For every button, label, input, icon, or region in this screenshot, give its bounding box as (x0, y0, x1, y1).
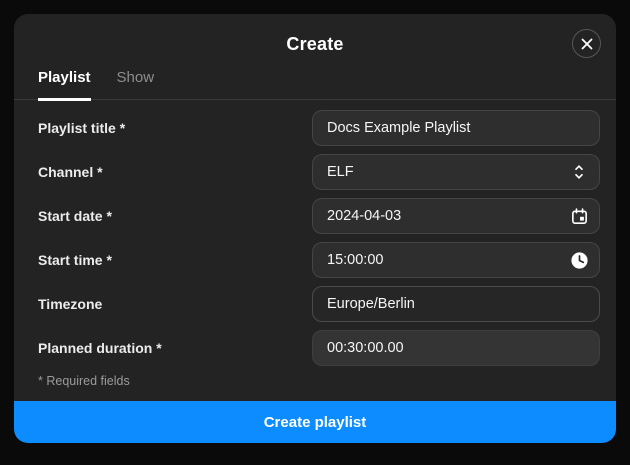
start-date-input[interactable] (312, 198, 600, 234)
create-playlist-button[interactable]: Create playlist (14, 401, 616, 443)
form-row-timezone: Timezone (38, 286, 600, 322)
planned-duration-control (312, 330, 600, 366)
create-playlist-form: Playlist title * Channel * ELF (14, 100, 616, 401)
select-chevrons-icon (569, 162, 589, 182)
planned-duration-label: Planned duration * (38, 340, 162, 356)
clock-icon[interactable] (569, 250, 589, 270)
channel-label: Channel * (38, 164, 103, 180)
close-icon (581, 38, 593, 50)
create-dialog: Create Playlist Show Playlist title * Do… (14, 14, 616, 443)
dialog-header: Create Playlist Show (14, 14, 616, 101)
tab-playlist[interactable]: Playlist (38, 69, 91, 101)
start-time-label: Start time * (38, 252, 112, 268)
channel-control: ELF (312, 154, 600, 190)
form-row-start-date: Start date * (38, 198, 600, 234)
form-row-planned-duration: Planned duration * (38, 330, 600, 366)
start-time-control (312, 242, 600, 278)
calendar-icon[interactable] (569, 206, 589, 226)
close-button[interactable] (572, 29, 601, 58)
timezone-label: Timezone (38, 296, 103, 312)
form-row-playlist-title: Playlist title * (38, 110, 600, 146)
tab-show[interactable]: Show (117, 69, 155, 101)
form-row-start-time: Start time * (38, 242, 600, 278)
start-date-label: Start date * (38, 208, 112, 224)
planned-duration-input[interactable] (312, 330, 600, 366)
tab-bar: Playlist Show (14, 55, 616, 101)
channel-select[interactable]: ELF (312, 154, 600, 190)
timezone-input[interactable] (312, 286, 600, 322)
page-title: Create (286, 34, 344, 54)
playlist-title-input[interactable] (312, 110, 600, 146)
required-fields-note: * Required fields (38, 374, 130, 388)
timezone-control (312, 286, 600, 322)
screen: Create Playlist Show Playlist title * Do… (0, 0, 630, 465)
playlist-title-control (312, 110, 600, 146)
start-time-input[interactable] (312, 242, 600, 278)
start-date-control (312, 198, 600, 234)
playlist-title-label: Playlist title * (38, 120, 126, 136)
form-row-channel: Channel * ELF (38, 154, 600, 190)
